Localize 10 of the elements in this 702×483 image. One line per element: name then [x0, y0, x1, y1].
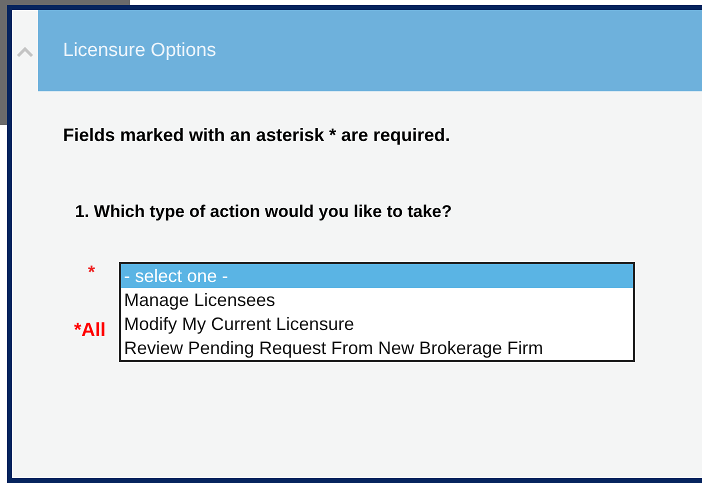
chevron-up-icon[interactable] — [16, 46, 34, 58]
panel-title: Licensure Options — [63, 40, 216, 62]
dropdown-option[interactable]: Manage Licensees — [121, 288, 633, 312]
question-text: 1. Which type of action would you like to take? — [75, 202, 453, 222]
error-note: *All — [74, 320, 106, 342]
dropdown-list[interactable]: - select one - Manage Licensees Modify My Current Licensure Review Pending Request From New Brokerage Firm — [119, 262, 635, 362]
dropdown-option[interactable]: Review Pending Request From New Brokerage Firm — [121, 336, 633, 360]
dropdown-option[interactable]: Modify My Current Licensure — [121, 312, 633, 336]
required-note: Fields marked with an asterisk * are required. — [63, 125, 452, 146]
required-mark: * — [88, 262, 96, 282]
